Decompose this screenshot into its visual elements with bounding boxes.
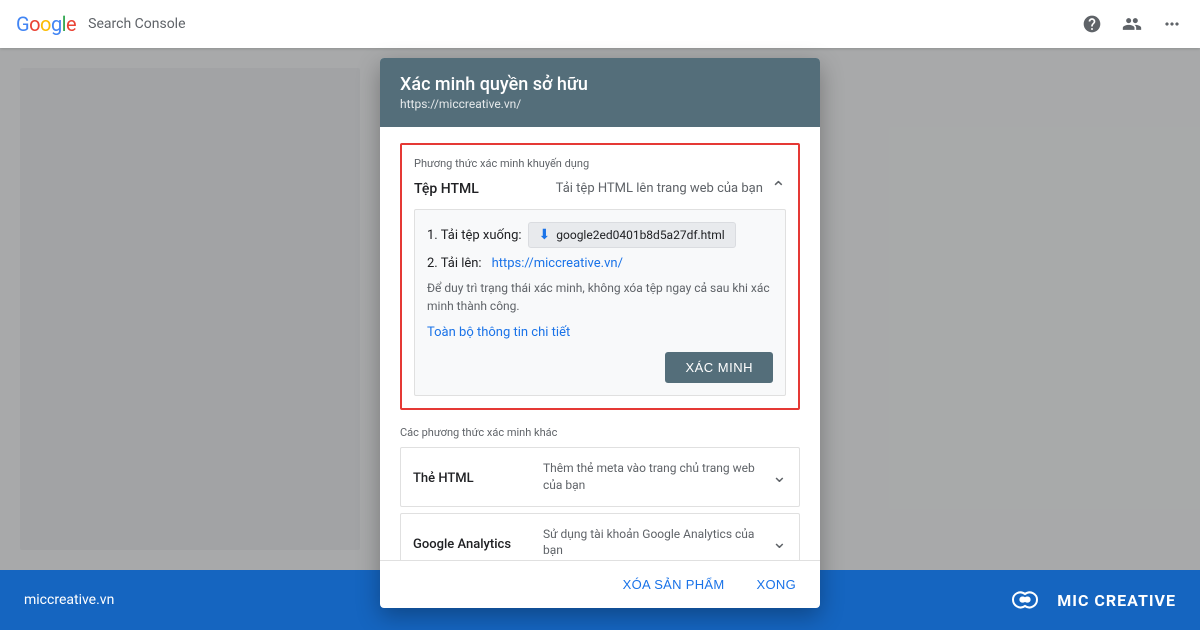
other-method-analytics[interactable]: Google Analytics Sử dụng tài khoản Googl… — [400, 513, 800, 560]
delete-button[interactable]: XÓA SẢN PHẨM — [615, 571, 733, 598]
download-icon: ⬇ — [539, 227, 551, 243]
step-2-label: 2. Tải lên: — [427, 256, 482, 271]
note-text: Để duy trì trạng thái xác minh, không xó… — [427, 279, 773, 315]
html-instructions: 1. Tải tệp xuống: ⬇ google2ed0401b8d5a27… — [414, 209, 786, 396]
top-bar-left: Google Search Console — [16, 12, 186, 36]
other-methods-label: Các phương thức xác minh khác — [400, 426, 800, 439]
modal: Xác minh quyền sở hữu https://miccreativ… — [380, 58, 820, 608]
modal-header: Xác minh quyền sở hữu https://miccreativ… — [380, 58, 820, 127]
chevron-up-icon: ⌃ — [771, 178, 786, 199]
chevron-down-icon-2: ⌄ — [772, 532, 787, 553]
html-file-method-title: Tệp HTML — [414, 181, 479, 197]
verify-button[interactable]: XÁC MINH — [665, 352, 773, 383]
other-method-html-tag[interactable]: Thẻ HTML Thêm thẻ meta vào trang chủ tra… — [400, 447, 800, 507]
recommended-section: Phương thức xác minh khuyến dụng Tệp HTM… — [400, 143, 800, 410]
brand-name: MIC CREATIVE — [1057, 591, 1176, 610]
close-button[interactable]: XONG — [749, 571, 804, 598]
help-icon[interactable] — [1080, 12, 1104, 36]
other-method-html-tag-name: Thẻ HTML — [413, 471, 474, 486]
google-logo-text: Google — [16, 12, 76, 36]
modal-url: https://miccreative.vn/ — [400, 97, 800, 111]
step-1: 1. Tải tệp xuống: ⬇ google2ed0401b8d5a27… — [427, 222, 773, 248]
bottom-bar-url: miccreative.vn — [24, 592, 114, 608]
upload-url[interactable]: https://miccreative.vn/ — [492, 256, 623, 271]
top-bar-right — [1080, 12, 1184, 36]
other-method-html-tag-left: Thẻ HTML — [413, 467, 533, 486]
app-name: Search Console — [88, 16, 185, 32]
modal-body: Phương thức xác minh khuyến dụng Tệp HTM… — [380, 127, 820, 560]
file-download-btn[interactable]: ⬇ google2ed0401b8d5a27df.html — [528, 222, 736, 248]
bottom-bar-brand: MIC CREATIVE — [1005, 585, 1176, 615]
account-icon[interactable] — [1120, 12, 1144, 36]
verify-btn-row: XÁC MINH — [427, 352, 773, 383]
other-method-analytics-desc: Sử dụng tài khoản Google Analytics của b… — [533, 526, 772, 560]
modal-title: Xác minh quyền sở hữu — [400, 74, 800, 95]
apps-icon[interactable] — [1160, 12, 1184, 36]
full-details-link[interactable]: Toàn bộ thông tin chi tiết — [427, 325, 773, 340]
top-bar: Google Search Console — [0, 0, 1200, 48]
html-file-method-row[interactable]: Tệp HTML Tải tệp HTML lên trang web của … — [414, 178, 786, 199]
html-file-method-desc: Tải tệp HTML lên trang web của bạn — [556, 181, 763, 196]
other-method-analytics-left: Google Analytics — [413, 533, 533, 552]
brand-logo — [1005, 585, 1045, 615]
other-method-html-tag-desc: Thêm thẻ meta vào trang chủ trang web củ… — [533, 460, 772, 494]
recommended-label: Phương thức xác minh khuyến dụng — [414, 157, 786, 170]
modal-overlay: Xác minh quyền sở hữu https://miccreativ… — [0, 48, 1200, 570]
google-logo: Google — [16, 12, 76, 36]
modal-footer: XÓA SẢN PHẨM XONG — [380, 560, 820, 608]
chevron-down-icon-1: ⌄ — [772, 466, 787, 487]
step-2: 2. Tải lên: https://miccreative.vn/ — [427, 256, 773, 271]
file-name: google2ed0401b8d5a27df.html — [556, 228, 724, 242]
other-method-analytics-name: Google Analytics — [413, 537, 511, 552]
step-1-label: 1. Tải tệp xuống: — [427, 228, 522, 243]
